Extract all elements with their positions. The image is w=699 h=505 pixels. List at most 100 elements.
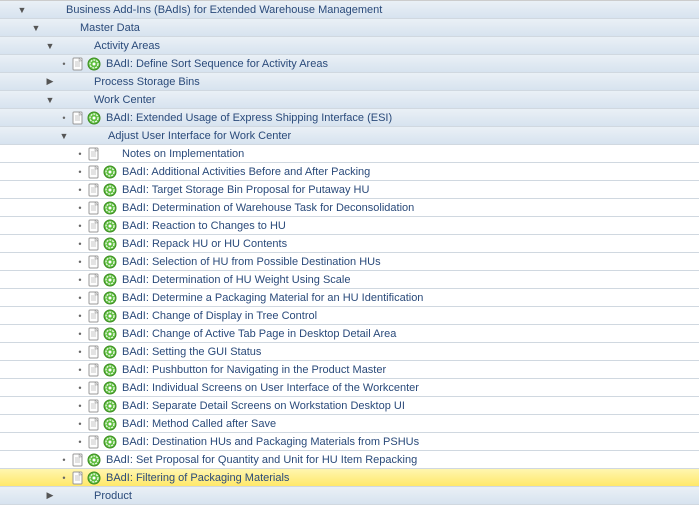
node-badi[interactable]: •BAdI: Repack HU or HU Contents [0,235,699,253]
collapse-icon[interactable]: ▼ [16,5,28,15]
node-label: Activity Areas [90,40,160,52]
leaf-icon: • [74,203,86,213]
node-label: Master Data [76,22,140,34]
execute-icon[interactable] [102,218,117,233]
execute-icon[interactable] [86,110,101,125]
node-badi[interactable]: •BAdI: Individual Screens on User Interf… [0,379,699,397]
document-icon[interactable] [86,236,101,251]
node-work-center[interactable]: ▼ Work Center [0,91,699,109]
leaf-icon: • [74,221,86,231]
document-icon[interactable] [86,308,101,323]
document-icon[interactable] [86,254,101,269]
node-label: BAdI: Filtering of Packaging Materials [102,472,289,484]
node-label: BAdI: Selection of HU from Possible Dest… [118,256,381,268]
collapse-icon[interactable]: ▼ [44,95,56,105]
document-icon[interactable] [86,182,101,197]
execute-icon[interactable] [86,470,101,485]
document-icon[interactable] [70,452,85,467]
node-process-bins[interactable]: ▶ Process Storage Bins [0,73,699,91]
node-label: BAdI: Separate Detail Screens on Worksta… [118,400,405,412]
execute-icon[interactable] [86,452,101,467]
document-icon[interactable] [86,218,101,233]
node-badi[interactable]: •BAdI: Method Called after Save [0,415,699,433]
node-set-proposal[interactable]: • BAdI: Set Proposal for Quantity and Un… [0,451,699,469]
leaf-icon: • [58,455,70,465]
node-badi[interactable]: •BAdI: Pushbutton for Navigating in the … [0,361,699,379]
node-badi[interactable]: •BAdI: Determination of Warehouse Task f… [0,199,699,217]
execute-icon[interactable] [102,344,117,359]
document-icon[interactable] [86,344,101,359]
node-root[interactable]: ▼ Business Add-Ins (BAdIs) for Extended … [0,1,699,19]
document-icon[interactable] [70,110,85,125]
node-badi[interactable]: • BAdI: Destination HUs and Packaging Mat… [0,433,699,451]
node-label: BAdI: Change of Display in Tree Control [118,310,317,322]
leaf-icon: • [74,167,86,177]
node-badi[interactable]: • BAdI: Separate Detail Screens on Workst… [0,397,699,415]
document-icon[interactable] [86,380,101,395]
document-icon[interactable] [86,200,101,215]
execute-icon[interactable] [102,272,117,287]
leaf-icon: • [74,347,86,357]
node-notes[interactable]: • Notes on Implementation [0,145,699,163]
execute-icon[interactable] [102,434,117,449]
node-label: BAdI: Pushbutton for Navigating in the P… [118,364,386,376]
collapse-icon[interactable]: ▼ [58,131,70,141]
node-badi[interactable]: •BAdI: Setting the GUI Status [0,343,699,361]
execute-icon[interactable] [102,164,117,179]
node-label: BAdI: Destination HUs and Packaging Mate… [118,436,419,448]
node-esi[interactable]: • BAdI: Extended Usage of Express Shippi… [0,109,699,127]
node-filtering-selected[interactable]: • BAdI: Filtering of Packaging Materials [0,469,699,487]
node-badi[interactable]: •BAdI: Reaction to Changes to HU [0,217,699,235]
collapse-icon[interactable]: ▼ [44,41,56,51]
node-badi[interactable]: •BAdI: Change of Active Tab Page in Desk… [0,325,699,343]
execute-icon[interactable] [102,326,117,341]
node-label: BAdI: Individual Screens on User Interfa… [118,382,419,394]
execute-icon[interactable] [102,236,117,251]
execute-icon[interactable] [86,56,101,71]
node-label: Work Center [90,94,156,106]
leaf-icon: • [58,113,70,123]
execute-icon[interactable] [102,398,117,413]
document-icon[interactable] [70,470,85,485]
document-icon[interactable] [86,362,101,377]
leaf-icon: • [74,401,86,411]
expand-icon[interactable]: ▶ [44,76,56,87]
document-icon[interactable] [86,272,101,287]
node-activity-areas[interactable]: ▼ Activity Areas [0,37,699,55]
execute-icon[interactable] [102,308,117,323]
expand-icon[interactable]: ▶ [44,490,56,501]
document-icon[interactable] [86,416,101,431]
node-label: Notes on Implementation [118,148,244,160]
node-master-data[interactable]: ▼ Master Data [0,19,699,37]
node-badi[interactable]: •BAdI: Additional Activities Before and … [0,163,699,181]
leaf-icon: • [58,473,70,483]
execute-icon[interactable] [102,380,117,395]
leaf-icon: • [74,437,86,447]
node-badi[interactable]: •BAdI: Determine a Packaging Material fo… [0,289,699,307]
node-label: BAdI: Define Sort Sequence for Activity … [102,58,328,70]
execute-icon[interactable] [102,254,117,269]
leaf-icon: • [74,329,86,339]
execute-icon[interactable] [102,362,117,377]
node-badi[interactable]: •BAdI: Determination of HU Weight Using … [0,271,699,289]
execute-icon[interactable] [102,200,117,215]
node-badi[interactable]: •BAdI: Target Storage Bin Proposal for P… [0,181,699,199]
node-product[interactable]: ▶ Product [0,487,699,505]
leaf-icon: • [74,149,86,159]
collapse-icon[interactable]: ▼ [30,23,42,33]
node-badi[interactable]: •BAdI: Change of Display in Tree Control [0,307,699,325]
execute-icon[interactable] [102,182,117,197]
execute-icon[interactable] [102,290,117,305]
node-define-sort[interactable]: • BAdI: Define Sort Sequence for Activit… [0,55,699,73]
execute-icon[interactable] [102,416,117,431]
document-icon[interactable] [86,434,101,449]
document-icon[interactable] [86,146,101,161]
node-badi[interactable]: •BAdI: Selection of HU from Possible Des… [0,253,699,271]
document-icon[interactable] [86,164,101,179]
document-icon[interactable] [86,290,101,305]
node-adjust-ui[interactable]: ▼ Adjust User Interface for Work Center [0,127,699,145]
node-label: Process Storage Bins [90,76,200,88]
document-icon[interactable] [86,326,101,341]
document-icon[interactable] [86,398,101,413]
document-icon[interactable] [70,56,85,71]
